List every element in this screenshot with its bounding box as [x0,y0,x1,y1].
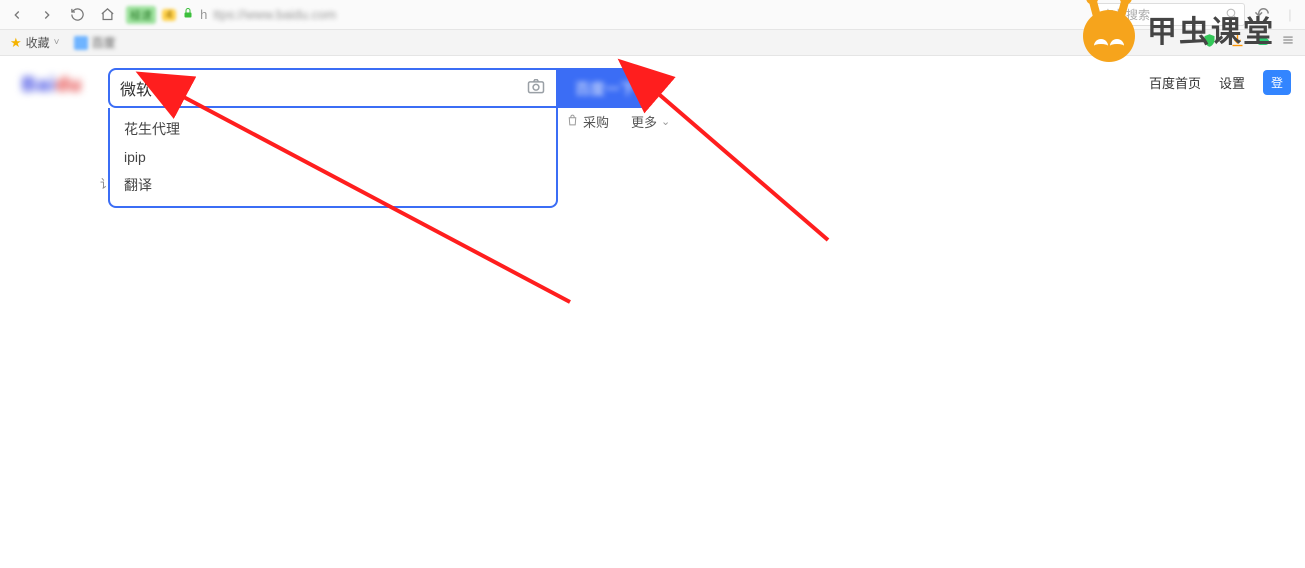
suggestion-item[interactable]: 花生代理 [110,114,556,144]
badge-number: 4 [162,9,176,21]
suggestion-item[interactable]: ipip [110,144,556,170]
watermark-text: 甲虫课堂 [1147,7,1275,51]
watermark-mascot-icon [1081,0,1137,62]
forward-button[interactable] [36,4,58,26]
bag-icon [566,114,579,130]
bookmark-item-1[interactable]: 百度 [74,34,116,51]
favorites-label: 收藏 [26,34,50,51]
favorites-button[interactable]: ★ 收藏 ˅ [10,34,60,51]
chevron-down-icon: ˅ [54,37,60,48]
link-home[interactable]: 百度首页 [1149,73,1201,92]
speed-badge: 極速 [126,6,156,24]
search-button[interactable]: 百度一下 [557,68,653,108]
nav-tabs: 采购 更多 ⌄ [566,112,670,131]
address-bar[interactable]: 極速 4 h ttps://www.baidu.com [126,6,336,24]
page-top-links: 百度首页 设置 登 [1149,60,1305,95]
search-input[interactable] [120,79,526,97]
lock-icon [182,7,194,22]
bookmark-label: 百度 [92,34,116,51]
login-button[interactable]: 登 [1263,70,1291,95]
logo-right: du [56,74,82,96]
reload-button[interactable] [66,4,88,26]
search-box [108,68,558,108]
search-wrap: 百度一下 花生代理 ipip 翻译 [108,68,653,108]
camera-icon[interactable] [526,76,546,101]
search-button-label: 百度一下 [575,81,635,98]
suggestion-item[interactable]: 翻译 [110,170,556,200]
home-button[interactable] [96,4,118,26]
tab-more-label: 更多 [631,112,657,131]
separator-icon: | [1281,6,1299,24]
menu-icon[interactable] [1281,33,1295,52]
chevron-down-icon: ⌄ [661,115,670,128]
watermark-overlay: 甲虫课堂 [1081,0,1275,62]
favicon-icon [74,36,88,50]
tab-purchase-label: 采购 [583,112,609,131]
tab-purchase[interactable]: 采购 [566,112,609,131]
site-logo[interactable]: Baidu [10,68,94,102]
star-icon: ★ [10,35,22,51]
search-suggestions: 花生代理 ipip 翻译 [108,108,558,208]
logo-left: Bai [22,74,56,96]
back-button[interactable] [6,4,28,26]
link-settings[interactable]: 设置 [1219,73,1245,92]
tab-more[interactable]: 更多 ⌄ [631,112,670,131]
search-row: Baidu 百度一下 花生代理 ipip 翻译 [10,68,653,108]
url-prefix: h [200,7,207,22]
url-text: ttps://www.baidu.com [213,7,336,22]
